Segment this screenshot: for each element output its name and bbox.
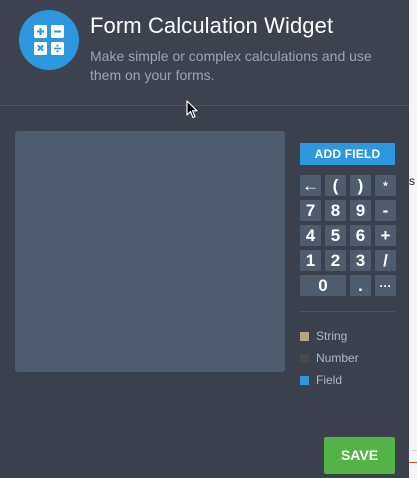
key-6[interactable]: 6	[350, 225, 371, 246]
calculator-icon	[19, 10, 79, 70]
key-decimal[interactable]: .	[350, 275, 371, 296]
key-3[interactable]: 3	[350, 250, 371, 271]
background-accent-line	[409, 462, 417, 463]
key-divide[interactable]: /	[375, 250, 396, 271]
legend-item-string: String	[300, 325, 359, 347]
widget-header: Form Calculation Widget Make simple or c…	[0, 0, 409, 106]
legend-divider	[300, 311, 395, 312]
key-8[interactable]: 8	[325, 200, 346, 221]
key-5[interactable]: 5	[325, 225, 346, 246]
formula-editor[interactable]	[15, 131, 285, 372]
background-page-strip: s	[409, 0, 417, 478]
key-0[interactable]: 0	[300, 275, 346, 296]
key-plus[interactable]: +	[375, 225, 396, 246]
background-divider	[411, 450, 417, 451]
key-2[interactable]: 2	[325, 250, 346, 271]
calculator-keypad: ←() * 7 8 9- 4 5 6 +1 2 3/ 0. ···	[300, 175, 396, 296]
legend-label: String	[316, 329, 348, 343]
key-7[interactable]: 7	[300, 200, 321, 221]
save-button[interactable]: SAVE	[324, 437, 395, 474]
mouse-cursor-icon	[186, 100, 198, 124]
legend-item-field: Field	[300, 369, 359, 391]
key-more[interactable]: ···	[375, 275, 396, 296]
widget-subtitle: Make simple or complex calculations and …	[90, 48, 372, 83]
widget-title: Form Calculation Widget	[90, 13, 334, 38]
background-page-text: s	[409, 174, 415, 188]
key-backspace[interactable]: ←	[300, 175, 321, 196]
legend-label: Field	[316, 373, 343, 387]
key-multiply[interactable]: *	[375, 175, 396, 196]
key-open-paren[interactable]: (	[325, 175, 346, 196]
legend-swatch	[300, 375, 309, 385]
key-close-paren[interactable]: )	[350, 175, 371, 196]
legend-label: Number	[316, 351, 359, 365]
key-minus[interactable]: -	[375, 200, 396, 221]
legend-item-number: Number	[300, 347, 359, 369]
add-field-button[interactable]: ADD FIELD	[300, 143, 395, 165]
legend-swatch	[300, 353, 309, 363]
legend-swatch	[300, 331, 309, 341]
key-9[interactable]: 9	[350, 200, 371, 221]
key-1[interactable]: 1	[300, 250, 321, 271]
key-4[interactable]: 4	[300, 225, 321, 246]
legend: String Number Field	[300, 325, 359, 391]
